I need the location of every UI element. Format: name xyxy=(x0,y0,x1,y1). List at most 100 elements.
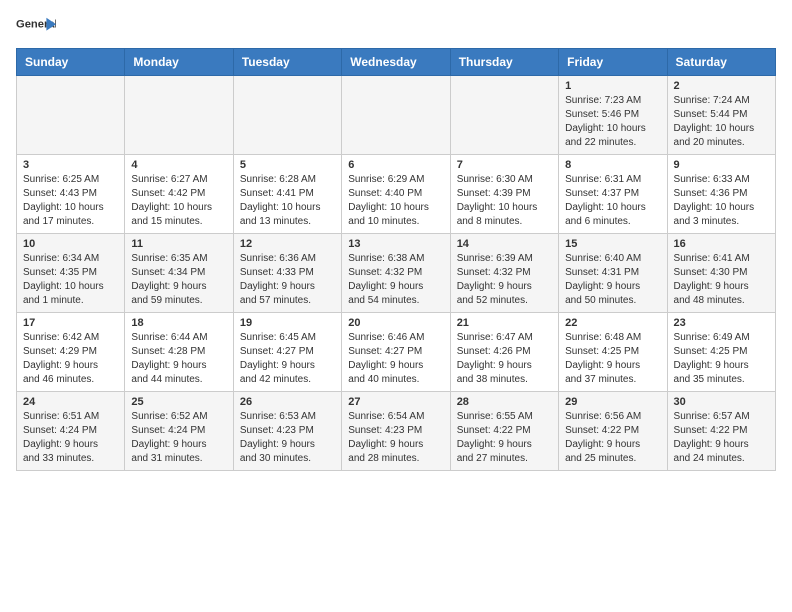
day-number: 21 xyxy=(457,317,552,329)
day-info: Sunrise: 6:25 AM Sunset: 4:43 PM Dayligh… xyxy=(23,173,118,229)
day-info: Sunrise: 6:41 AM Sunset: 4:30 PM Dayligh… xyxy=(674,252,769,308)
day-number: 4 xyxy=(131,159,226,171)
calendar-cell: 4 Sunrise: 6:27 AM Sunset: 4:42 PM Daylig… xyxy=(125,155,233,234)
week-row-1: 1Sunrise: 7:23 AM Sunset: 5:46 PM Daylig… xyxy=(17,76,776,155)
day-info: Sunrise: 6:34 AM Sunset: 4:35 PM Dayligh… xyxy=(23,252,118,308)
day-number: 7 xyxy=(457,159,552,171)
day-number: 22 xyxy=(565,317,660,329)
calendar-cell: 20 Sunrise: 6:46 AM Sunset: 4:27 PM Dayli… xyxy=(342,313,450,392)
weekday-header-friday: Friday xyxy=(559,49,667,76)
calendar-cell: 30Sunrise: 6:57 AM Sunset: 4:22 PM Dayli… xyxy=(667,392,775,471)
day-info: Sunrise: 6:35 AM Sunset: 4:34 PM Dayligh… xyxy=(131,252,226,308)
weekday-header-monday: Monday xyxy=(125,49,233,76)
calendar-cell: 8Sunrise: 6:31 AM Sunset: 4:37 PM Daylig… xyxy=(559,155,667,234)
logo-icon: General xyxy=(16,16,56,34)
calendar-cell xyxy=(450,76,558,155)
day-number: 27 xyxy=(348,396,443,408)
day-info: Sunrise: 7:24 AM Sunset: 5:44 PM Dayligh… xyxy=(674,94,769,150)
calendar-cell: 18 Sunrise: 6:44 AM Sunset: 4:28 PM Dayli… xyxy=(125,313,233,392)
calendar-cell: 17Sunrise: 6:42 AM Sunset: 4:29 PM Dayli… xyxy=(17,313,125,392)
calendar-table: SundayMondayTuesdayWednesdayThursdayFrid… xyxy=(16,48,776,471)
day-number: 24 xyxy=(23,396,118,408)
day-number: 19 xyxy=(240,317,335,329)
weekday-header-row: SundayMondayTuesdayWednesdayThursdayFrid… xyxy=(17,49,776,76)
day-info: Sunrise: 6:29 AM Sunset: 4:40 PM Dayligh… xyxy=(348,173,443,229)
day-info: Sunrise: 6:45 AM Sunset: 4:27 PM Dayligh… xyxy=(240,331,335,387)
calendar-cell: 9 Sunrise: 6:33 AM Sunset: 4:36 PM Daylig… xyxy=(667,155,775,234)
day-info: Sunrise: 6:42 AM Sunset: 4:29 PM Dayligh… xyxy=(23,331,118,387)
day-info: Sunrise: 6:28 AM Sunset: 4:41 PM Dayligh… xyxy=(240,173,335,229)
day-info: Sunrise: 6:30 AM Sunset: 4:39 PM Dayligh… xyxy=(457,173,552,229)
calendar-cell: 13 Sunrise: 6:38 AM Sunset: 4:32 PM Dayli… xyxy=(342,234,450,313)
calendar-cell: 16 Sunrise: 6:41 AM Sunset: 4:30 PM Dayli… xyxy=(667,234,775,313)
day-info: Sunrise: 6:56 AM Sunset: 4:22 PM Dayligh… xyxy=(565,410,660,466)
day-info: Sunrise: 6:57 AM Sunset: 4:22 PM Dayligh… xyxy=(674,410,769,466)
calendar-cell: 24Sunrise: 6:51 AM Sunset: 4:24 PM Dayli… xyxy=(17,392,125,471)
day-number: 2 xyxy=(674,80,769,92)
day-info: Sunrise: 6:38 AM Sunset: 4:32 PM Dayligh… xyxy=(348,252,443,308)
day-number: 23 xyxy=(674,317,769,329)
day-info: Sunrise: 6:40 AM Sunset: 4:31 PM Dayligh… xyxy=(565,252,660,308)
day-number: 1 xyxy=(565,80,660,92)
calendar-cell: 27 Sunrise: 6:54 AM Sunset: 4:23 PM Dayli… xyxy=(342,392,450,471)
calendar-cell: 3 Sunrise: 6:25 AM Sunset: 4:43 PM Daylig… xyxy=(17,155,125,234)
logo: General xyxy=(16,16,56,36)
weekday-header-tuesday: Tuesday xyxy=(233,49,341,76)
weekday-header-saturday: Saturday xyxy=(667,49,775,76)
day-info: Sunrise: 6:27 AM Sunset: 4:42 PM Dayligh… xyxy=(131,173,226,229)
day-number: 16 xyxy=(674,238,769,250)
calendar-cell: 1Sunrise: 7:23 AM Sunset: 5:46 PM Daylig… xyxy=(559,76,667,155)
day-number: 10 xyxy=(23,238,118,250)
weekday-header-thursday: Thursday xyxy=(450,49,558,76)
weekday-header-sunday: Sunday xyxy=(17,49,125,76)
calendar-cell: 14 Sunrise: 6:39 AM Sunset: 4:32 PM Dayli… xyxy=(450,234,558,313)
day-number: 29 xyxy=(565,396,660,408)
calendar-cell: 28 Sunrise: 6:55 AM Sunset: 4:22 PM Dayli… xyxy=(450,392,558,471)
calendar-cell xyxy=(233,76,341,155)
day-number: 6 xyxy=(348,159,443,171)
calendar-cell: 6 Sunrise: 6:29 AM Sunset: 4:40 PM Daylig… xyxy=(342,155,450,234)
calendar-cell: 5 Sunrise: 6:28 AM Sunset: 4:41 PM Daylig… xyxy=(233,155,341,234)
day-info: Sunrise: 6:39 AM Sunset: 4:32 PM Dayligh… xyxy=(457,252,552,308)
calendar-cell: 29 Sunrise: 6:56 AM Sunset: 4:22 PM Dayli… xyxy=(559,392,667,471)
day-number: 18 xyxy=(131,317,226,329)
day-number: 26 xyxy=(240,396,335,408)
day-number: 9 xyxy=(674,159,769,171)
day-info: Sunrise: 6:44 AM Sunset: 4:28 PM Dayligh… xyxy=(131,331,226,387)
day-number: 14 xyxy=(457,238,552,250)
day-number: 13 xyxy=(348,238,443,250)
day-info: Sunrise: 6:33 AM Sunset: 4:36 PM Dayligh… xyxy=(674,173,769,229)
day-number: 15 xyxy=(565,238,660,250)
day-number: 11 xyxy=(131,238,226,250)
day-info: Sunrise: 6:31 AM Sunset: 4:37 PM Dayligh… xyxy=(565,173,660,229)
day-info: Sunrise: 6:52 AM Sunset: 4:24 PM Dayligh… xyxy=(131,410,226,466)
calendar-cell xyxy=(125,76,233,155)
calendar-cell: 19 Sunrise: 6:45 AM Sunset: 4:27 PM Dayli… xyxy=(233,313,341,392)
week-row-2: 3 Sunrise: 6:25 AM Sunset: 4:43 PM Daylig… xyxy=(17,155,776,234)
day-info: Sunrise: 6:49 AM Sunset: 4:25 PM Dayligh… xyxy=(674,331,769,387)
day-number: 3 xyxy=(23,159,118,171)
day-number: 25 xyxy=(131,396,226,408)
day-info: Sunrise: 6:47 AM Sunset: 4:26 PM Dayligh… xyxy=(457,331,552,387)
day-info: Sunrise: 6:48 AM Sunset: 4:25 PM Dayligh… xyxy=(565,331,660,387)
week-row-3: 10 Sunrise: 6:34 AM Sunset: 4:35 PM Dayli… xyxy=(17,234,776,313)
calendar-cell: 15 Sunrise: 6:40 AM Sunset: 4:31 PM Dayli… xyxy=(559,234,667,313)
calendar-cell: 7 Sunrise: 6:30 AM Sunset: 4:39 PM Daylig… xyxy=(450,155,558,234)
day-number: 12 xyxy=(240,238,335,250)
day-info: Sunrise: 6:54 AM Sunset: 4:23 PM Dayligh… xyxy=(348,410,443,466)
week-row-5: 24Sunrise: 6:51 AM Sunset: 4:24 PM Dayli… xyxy=(17,392,776,471)
calendar-cell: 23 Sunrise: 6:49 AM Sunset: 4:25 PM Dayli… xyxy=(667,313,775,392)
week-row-4: 17Sunrise: 6:42 AM Sunset: 4:29 PM Dayli… xyxy=(17,313,776,392)
day-number: 20 xyxy=(348,317,443,329)
calendar-cell: 10 Sunrise: 6:34 AM Sunset: 4:35 PM Dayli… xyxy=(17,234,125,313)
day-info: Sunrise: 6:53 AM Sunset: 4:23 PM Dayligh… xyxy=(240,410,335,466)
day-info: Sunrise: 6:55 AM Sunset: 4:22 PM Dayligh… xyxy=(457,410,552,466)
day-info: Sunrise: 6:46 AM Sunset: 4:27 PM Dayligh… xyxy=(348,331,443,387)
day-number: 28 xyxy=(457,396,552,408)
day-number: 5 xyxy=(240,159,335,171)
page-header: General xyxy=(16,16,776,36)
calendar-cell xyxy=(17,76,125,155)
calendar-cell: 21 Sunrise: 6:47 AM Sunset: 4:26 PM Dayli… xyxy=(450,313,558,392)
day-info: Sunrise: 6:36 AM Sunset: 4:33 PM Dayligh… xyxy=(240,252,335,308)
calendar-cell xyxy=(342,76,450,155)
